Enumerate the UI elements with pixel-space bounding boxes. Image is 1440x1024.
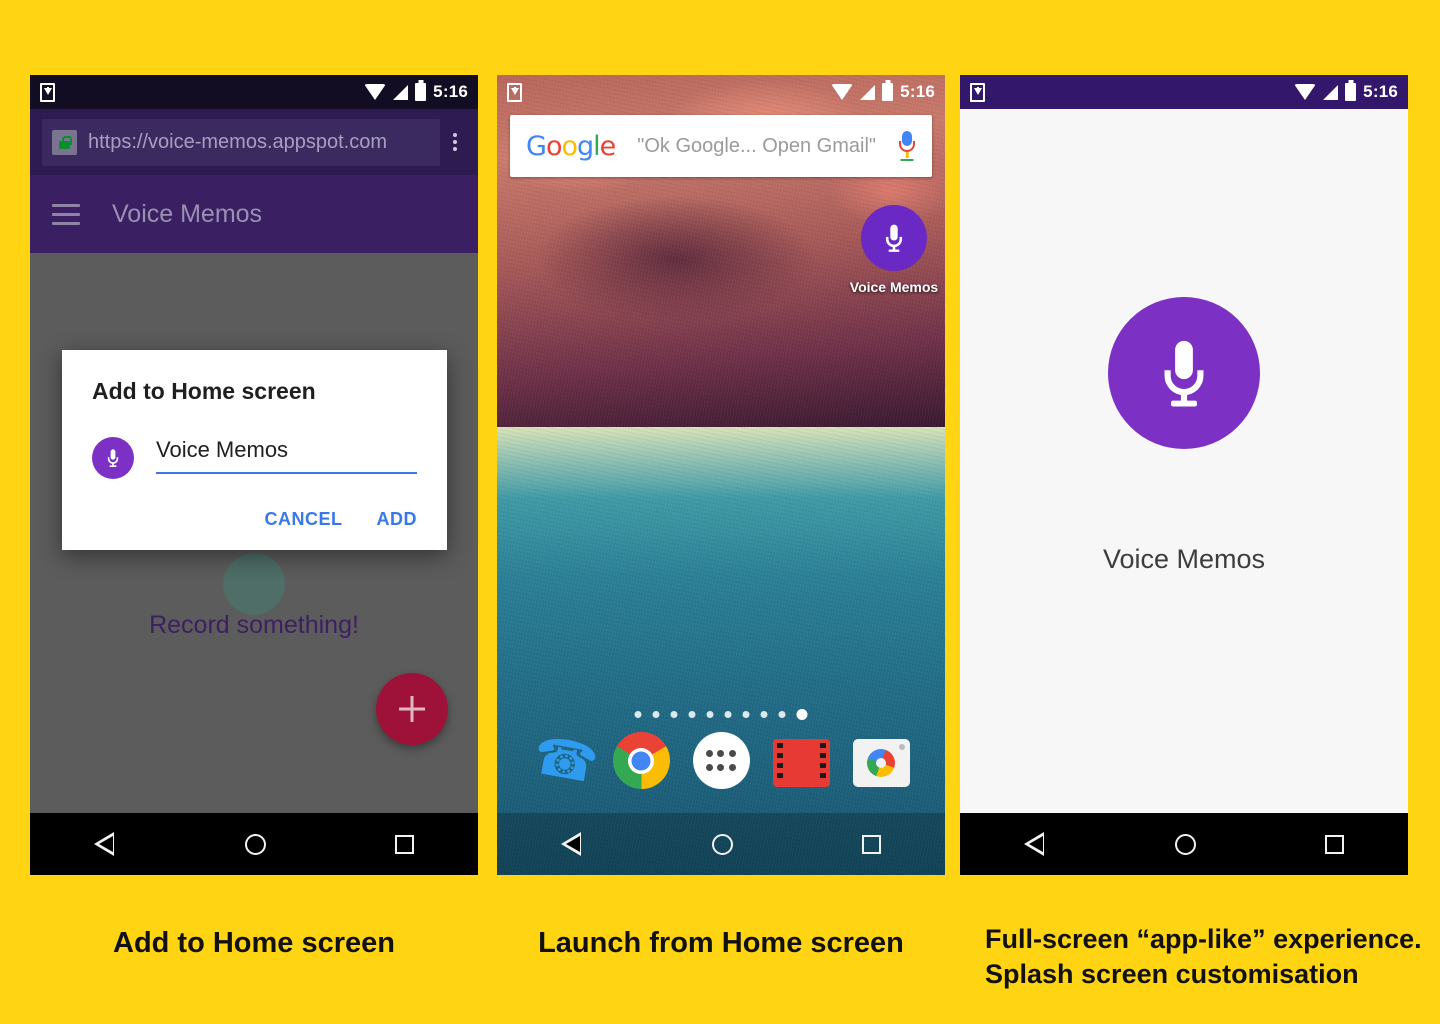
recents-icon[interactable] [861, 834, 881, 854]
app-bar-title: Voice Memos [112, 199, 263, 228]
caption-panel-3-line2: Splash screen customisation [985, 958, 1359, 989]
download-icon [507, 82, 522, 102]
system-nav-bar [30, 813, 478, 875]
lock-icon [52, 129, 77, 155]
shortcut-label: Voice Memos [849, 279, 939, 295]
google-mic-icon[interactable] [898, 131, 916, 161]
signal-icon [393, 84, 409, 100]
battery-icon [415, 83, 427, 101]
signal-icon [1323, 84, 1339, 100]
back-icon[interactable] [561, 832, 583, 856]
wifi-icon [364, 84, 387, 100]
dialog-name-field[interactable]: Voice Memos [156, 437, 417, 474]
back-icon[interactable] [1024, 832, 1046, 856]
camera-icon[interactable] [852, 739, 910, 787]
microphone-icon [861, 205, 927, 271]
home-icon[interactable] [1174, 833, 1196, 855]
url-bar[interactable]: https://voice-memos.appspot.com [42, 118, 440, 166]
app-bar: Voice Memos [30, 175, 478, 253]
add-button[interactable]: ADD [377, 509, 418, 530]
splash-screen: Voice Memos [960, 109, 1408, 813]
cancel-button[interactable]: CANCEL [265, 509, 343, 530]
play-movies-icon[interactable] [772, 739, 830, 787]
signal-icon [860, 84, 876, 100]
wifi-icon [1294, 84, 1317, 100]
status-bar-right: 5:16 [831, 82, 935, 102]
status-bar-right: 5:16 [1294, 82, 1398, 102]
page-mic-illustration [223, 553, 285, 615]
status-bar-clock: 5:16 [433, 82, 468, 101]
download-icon [970, 82, 985, 102]
home-icon[interactable] [711, 833, 733, 855]
back-icon[interactable] [94, 832, 116, 856]
recents-icon[interactable] [394, 834, 414, 854]
battery-icon [882, 83, 894, 101]
plus-icon [399, 696, 425, 722]
status-bar-clock: 5:16 [900, 82, 935, 101]
dialog-actions: CANCEL ADD [92, 509, 417, 536]
add-to-home-screen-dialog: Add to Home screen Voice Memos CANCEL AD… [62, 350, 447, 550]
empty-state-text: Record something! [149, 611, 359, 639]
status-bar-left [970, 82, 985, 102]
download-icon [40, 82, 55, 102]
phone-panel-home-screen: 5:16 Google "Ok Google... Open Gmail" Vo… [497, 75, 945, 875]
home-icon[interactable] [244, 833, 266, 855]
home-dock: ☎ [497, 708, 945, 813]
battery-icon [1345, 83, 1357, 101]
splash-app-name: Voice Memos [1102, 544, 1266, 574]
caption-panel-2: Launch from Home screen [538, 927, 904, 959]
hamburger-icon[interactable] [52, 203, 80, 225]
status-bar: 5:16 [497, 75, 945, 109]
poster-stage: 5:16 https://voice-memos.appspot.com Voi… [0, 0, 1440, 1024]
dialog-title: Add to Home screen [92, 378, 316, 404]
status-bar: 5:16 [30, 75, 478, 109]
app-drawer-icon[interactable] [692, 732, 750, 789]
dialog-body: Voice Memos [92, 437, 417, 479]
chrome-icon[interactable] [612, 732, 670, 789]
wifi-icon [831, 84, 854, 100]
home-shortcut-voice-memos[interactable]: Voice Memos [844, 205, 944, 295]
overflow-menu-icon[interactable] [444, 133, 466, 151]
system-nav-bar [497, 813, 945, 875]
status-bar-right: 5:16 [364, 82, 468, 102]
microphone-icon [1108, 297, 1260, 449]
phone-icon[interactable]: ☎ [528, 726, 602, 794]
phone-panel-browser: 5:16 https://voice-memos.appspot.com Voi… [30, 75, 478, 875]
google-search-widget[interactable]: Google "Ok Google... Open Gmail" [510, 115, 932, 177]
shortcut-name-input[interactable]: Voice Memos [156, 437, 417, 474]
status-bar-left [40, 82, 55, 102]
system-nav-bar [960, 813, 1408, 875]
caption-panel-3-line1: Full-screen “app-like” experience. [985, 924, 1422, 954]
caption-panel-3: Full-screen “app-like” experience. Splas… [985, 922, 1425, 991]
google-logo: Google [526, 130, 616, 162]
search-hint-text: "Ok Google... Open Gmail" [637, 134, 877, 157]
caption-panel-1: Add to Home screen [113, 927, 395, 959]
recents-icon[interactable] [1324, 834, 1344, 854]
add-recording-fab[interactable] [376, 673, 448, 745]
status-bar-clock: 5:16 [1363, 82, 1398, 101]
url-text: https://voice-memos.appspot.com [88, 130, 388, 153]
status-bar: 5:16 [960, 75, 1408, 109]
browser-toolbar: https://voice-memos.appspot.com [30, 109, 478, 175]
phone-panel-splash: 5:16 Voice Memos [960, 75, 1408, 875]
microphone-icon [92, 437, 134, 479]
status-bar-left [507, 82, 522, 102]
